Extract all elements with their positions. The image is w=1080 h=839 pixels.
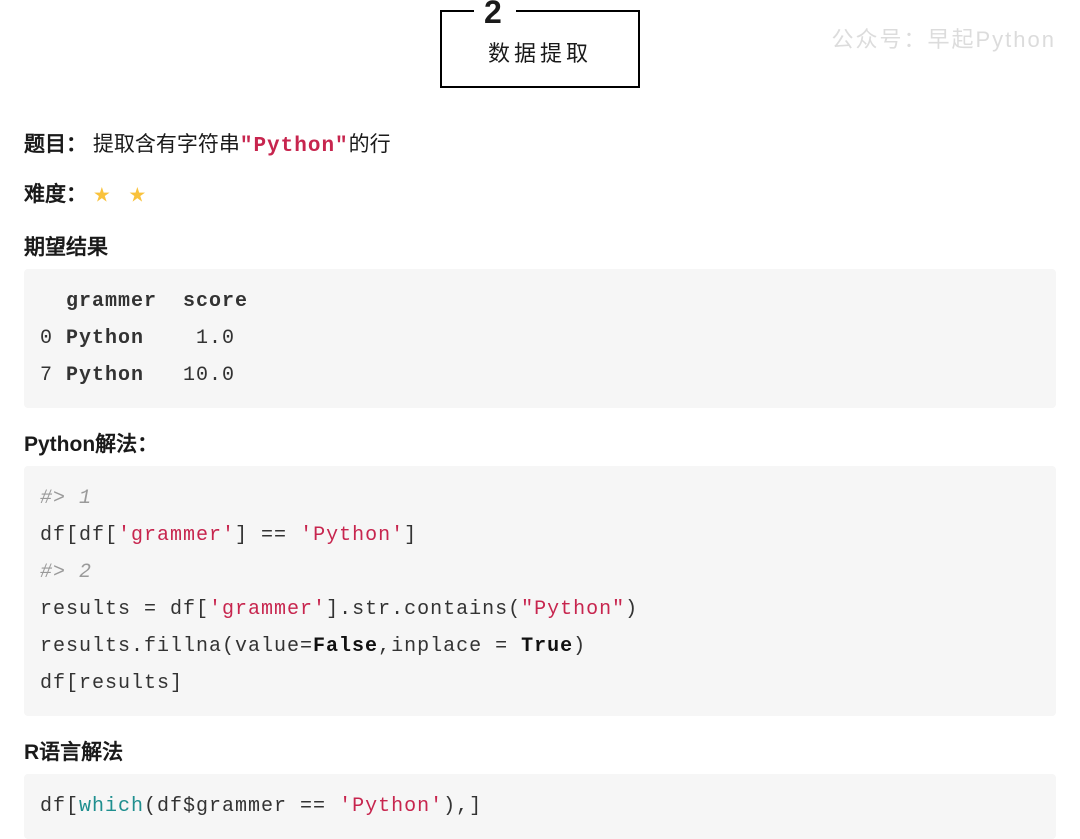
code-line: df[which(df$grammer == 'Python'),] — [40, 795, 482, 818]
section-title: 数据提取 — [488, 41, 592, 66]
code-line: df[results] — [40, 672, 183, 695]
code-comment: #> 2 — [40, 561, 92, 584]
section-header: 2 数据提取 — [440, 10, 640, 88]
section-title-box: 2 数据提取 — [440, 10, 640, 88]
question-text-before: 提取含有字符串 — [93, 133, 240, 156]
code-comment: #> 1 — [40, 487, 92, 510]
r-solution-block: df[which(df$grammer == 'Python'),] — [24, 774, 1056, 839]
question-label: 题目： — [24, 133, 87, 156]
question-text-after: 的行 — [349, 133, 391, 156]
difficulty-label: 难度： — [24, 183, 87, 206]
code-line: df[df['grammer'] == 'Python'] — [40, 524, 417, 547]
question-inline-code: "Python" — [240, 135, 349, 158]
question-row: 题目： 提取含有字符串"Python"的行 — [24, 128, 1056, 164]
expected-row: 7 Python 10.0 — [40, 364, 235, 387]
expected-row: 0 Python 1.0 — [40, 327, 235, 350]
expected-header-line: grammer score — [40, 290, 248, 313]
expected-result-block: grammer score 0 Python 1.0 7 Python 10.0 — [24, 269, 1056, 408]
r-solution-heading: R语言解法 — [24, 736, 1056, 766]
watermark-text: 公众号：早起Python — [832, 22, 1057, 54]
expected-heading: 期望结果 — [24, 231, 1056, 261]
content-area: 题目： 提取含有字符串"Python"的行 难度： ★ ★ 期望结果 gramm… — [0, 128, 1080, 839]
difficulty-stars: ★ ★ — [93, 184, 152, 206]
section-number: 2 — [474, 0, 516, 31]
python-solution-block: #> 1 df[df['grammer'] == 'Python'] #> 2 … — [24, 466, 1056, 716]
code-line: results = df['grammer'].str.contains("Py… — [40, 598, 638, 621]
difficulty-row: 难度： ★ ★ — [24, 178, 1056, 212]
code-line: results.fillna(value=False,inplace = Tru… — [40, 635, 586, 658]
python-solution-heading: Python解法： — [24, 428, 1056, 458]
